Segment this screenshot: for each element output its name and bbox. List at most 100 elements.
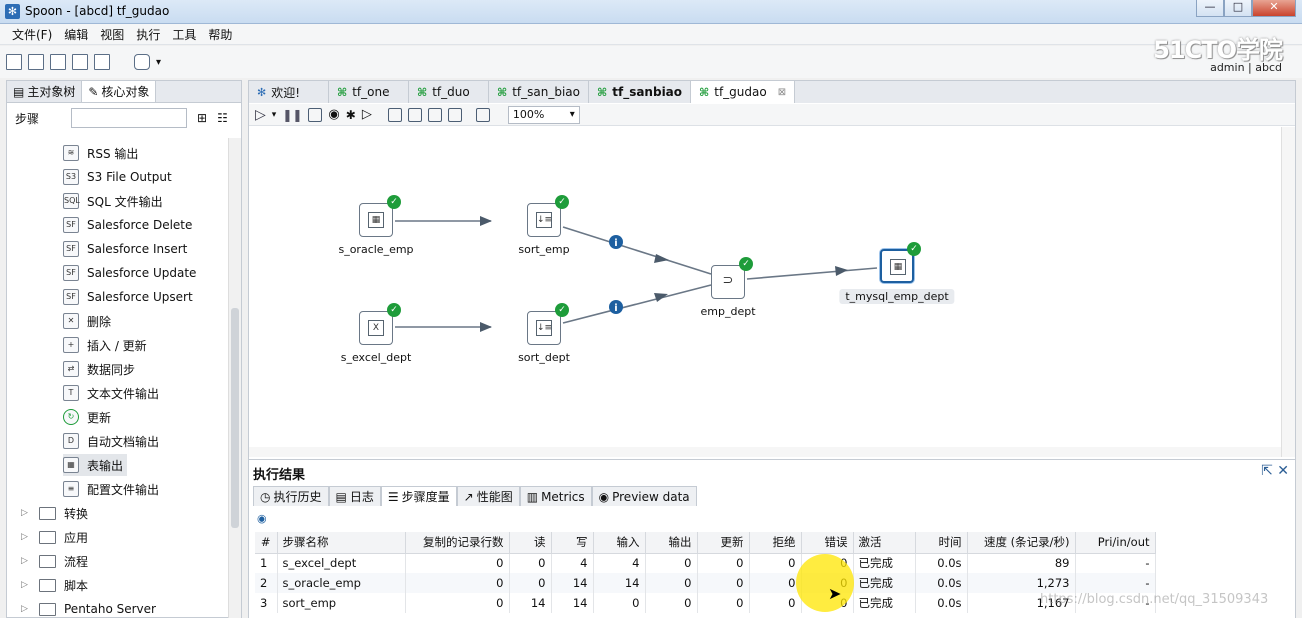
menu-help[interactable]: 帮助 xyxy=(202,26,238,43)
list-item[interactable]: SF Salesforce Upsert xyxy=(63,286,193,308)
maximize-button[interactable]: □ xyxy=(1224,0,1252,17)
open-file-icon[interactable] xyxy=(28,54,44,70)
col-header[interactable]: 输出 xyxy=(645,532,698,554)
list-item[interactable]: ≋ RSS 输出 xyxy=(63,142,138,164)
tree-scrollbar[interactable] xyxy=(228,138,241,618)
tree-folder[interactable]: ▷ 流程 xyxy=(21,550,88,572)
list-item[interactable]: ↻ 更新 xyxy=(63,406,111,428)
save-as-icon[interactable] xyxy=(94,54,110,70)
col-header[interactable]: 更新 xyxy=(697,532,750,554)
tab-performance-graph[interactable]: ↗ 性能图 xyxy=(456,486,520,506)
perspective-dropdown-icon[interactable]: ▾ xyxy=(156,57,161,68)
list-item[interactable]: ▦ 表输出 xyxy=(63,454,128,476)
tab-step-metrics[interactable]: ☰ 步骤度量 xyxy=(380,486,457,506)
col-header[interactable]: 复制的记录行数 xyxy=(405,532,510,554)
debug-icon[interactable]: ✱ xyxy=(346,108,356,122)
col-header[interactable]: # xyxy=(255,532,278,554)
tab-tf-gudao[interactable]: ⌘ tf_gudao ⊠ xyxy=(691,81,796,103)
menu-run[interactable]: 执行 xyxy=(130,26,166,43)
hop-sort-dept-to-emp-dept[interactable] xyxy=(562,284,712,324)
col-header[interactable]: 时间 xyxy=(915,532,968,554)
stop-icon[interactable] xyxy=(308,107,323,122)
col-header[interactable]: 错误 xyxy=(801,532,854,554)
menu-edit[interactable]: 编辑 xyxy=(58,26,94,43)
list-item[interactable]: ⇄ 数据同步 xyxy=(63,358,135,380)
tab-log[interactable]: ▤ 日志 xyxy=(328,486,381,506)
close-panel-icon[interactable]: ✕ xyxy=(1277,463,1289,479)
tree-folder[interactable]: ▷ 脚本 xyxy=(21,574,88,596)
tree-folder[interactable]: ▷ 应用 xyxy=(21,526,88,548)
explore-db-icon[interactable] xyxy=(447,107,462,122)
maximize-panel-icon[interactable]: ⇱ xyxy=(1261,463,1273,479)
tab-welcome[interactable]: ✻ 欢迎! xyxy=(249,81,329,103)
sql-icon[interactable] xyxy=(427,107,442,122)
menu-view[interactable]: 视图 xyxy=(94,26,130,43)
col-header[interactable]: 速度 (条记录/秒) xyxy=(967,532,1076,554)
run-icon[interactable]: ▷ xyxy=(255,107,266,123)
explore-repository-icon[interactable] xyxy=(50,54,66,70)
replay-icon[interactable]: ▷ xyxy=(362,107,372,122)
tab-main-object-tree[interactable]: ▤ 主对象树 xyxy=(7,81,83,102)
preview-icon[interactable]: ◉ xyxy=(328,107,339,122)
tree-folder[interactable]: ▷ Pentaho Server xyxy=(21,598,156,618)
save-icon[interactable] xyxy=(72,54,88,70)
close-window-button[interactable]: ✕ xyxy=(1252,0,1296,17)
table-row[interactable]: 3 sort_emp 0 14 14 0 0 0 0 0 已完成 0.0s 1,… xyxy=(255,593,1156,613)
zoom-select[interactable]: 100% xyxy=(507,105,580,124)
tab-metrics[interactable]: ▥ Metrics xyxy=(519,486,592,506)
step-s-excel-dept[interactable]: X ✓ xyxy=(359,303,401,345)
table-row[interactable]: 2 s_oracle_emp 0 0 14 14 0 0 0 0 已完成 0.0… xyxy=(255,573,1156,593)
show-results-icon[interactable] xyxy=(475,107,490,122)
impact-icon[interactable] xyxy=(407,107,422,122)
tab-core-objects[interactable]: ✎ 核心对象 xyxy=(82,81,157,102)
col-header[interactable]: 写 xyxy=(551,532,594,554)
canvas-horizontal-scrollbar[interactable] xyxy=(249,447,1281,457)
expand-tree-icon[interactable]: ⊞ xyxy=(197,111,207,125)
list-item[interactable]: + 插入 / 更新 xyxy=(63,334,147,356)
tab-tf-duo[interactable]: ⌘ tf_duo xyxy=(409,81,489,103)
scrollbar-thumb[interactable] xyxy=(231,308,239,528)
verify-icon[interactable] xyxy=(387,107,402,122)
step-s-oracle-emp[interactable]: ▦ ✓ xyxy=(359,195,401,237)
list-item[interactable]: SF Salesforce Update xyxy=(63,262,196,284)
minimize-button[interactable]: — xyxy=(1196,0,1224,17)
view-eye-icon[interactable]: ◉ xyxy=(257,512,267,525)
tree-folder[interactable]: ▷ 转换 xyxy=(21,502,88,524)
table-row[interactable]: 1 s_excel_dept 0 0 4 4 0 0 0 0 已完成 0.0s … xyxy=(255,553,1156,573)
step-emp-dept[interactable]: ⊃ ✓ xyxy=(711,257,753,299)
tab-preview-data[interactable]: ◉ Preview data xyxy=(591,486,697,506)
tab-execution-history[interactable]: ◷ 执行历史 xyxy=(253,486,329,506)
step-sort-dept[interactable]: ↓≡ ✓ xyxy=(527,303,569,345)
list-item[interactable]: ≡ 配置文件输出 xyxy=(63,478,159,500)
tab-tf-san-biao[interactable]: ⌘ tf_san_biao xyxy=(489,81,590,103)
list-item[interactable]: T 文本文件输出 xyxy=(63,382,159,404)
col-header[interactable]: Pri/in/out xyxy=(1075,532,1156,554)
menu-tools[interactable]: 工具 xyxy=(166,26,202,43)
step-sort-emp[interactable]: ↓≡ ✓ xyxy=(527,195,569,237)
hop-sort-emp-to-emp-dept[interactable] xyxy=(562,226,712,275)
tab-tf-one[interactable]: ⌘ tf_one xyxy=(329,81,409,103)
col-header[interactable]: 拒绝 xyxy=(749,532,802,554)
col-header[interactable]: 步骤名称 xyxy=(277,532,406,554)
collapse-tree-icon[interactable]: ☷ xyxy=(217,111,228,125)
new-file-icon[interactable] xyxy=(6,54,22,70)
tab-tf-sanbiao[interactable]: ⌘ tf_sanbiao xyxy=(589,81,692,103)
list-item[interactable]: D 自动文档输出 xyxy=(63,430,159,452)
hop-emp-dept-to-mysql[interactable] xyxy=(746,267,878,280)
pause-icon[interactable]: ❚❚ xyxy=(282,108,302,122)
transformation-canvas[interactable]: i i ▦ ✓ s_oracle_emp ↓≡ ✓ sort_emp X ✓ s_ex… xyxy=(249,127,1281,445)
menu-file[interactable]: 文件(F) xyxy=(6,26,58,43)
canvas-vertical-scrollbar[interactable] xyxy=(1281,127,1295,457)
col-header[interactable]: 输入 xyxy=(593,532,646,554)
run-dropdown-icon[interactable]: ▾ xyxy=(272,110,277,120)
list-item[interactable]: SF Salesforce Delete xyxy=(63,214,192,236)
col-header[interactable]: 读 xyxy=(509,532,552,554)
step-search-input[interactable] xyxy=(71,108,188,128)
list-item[interactable]: SF Salesforce Insert xyxy=(63,238,187,260)
list-item[interactable]: S3 S3 File Output xyxy=(63,166,172,188)
list-item[interactable]: ✕ 删除 xyxy=(63,310,111,332)
col-header[interactable]: 激活 xyxy=(853,532,916,554)
perspective-layers-icon[interactable] xyxy=(134,54,150,70)
step-t-mysql-emp-dept[interactable]: ▦ ✓ xyxy=(880,242,921,283)
close-tab-icon[interactable]: ⊠ xyxy=(778,87,786,98)
